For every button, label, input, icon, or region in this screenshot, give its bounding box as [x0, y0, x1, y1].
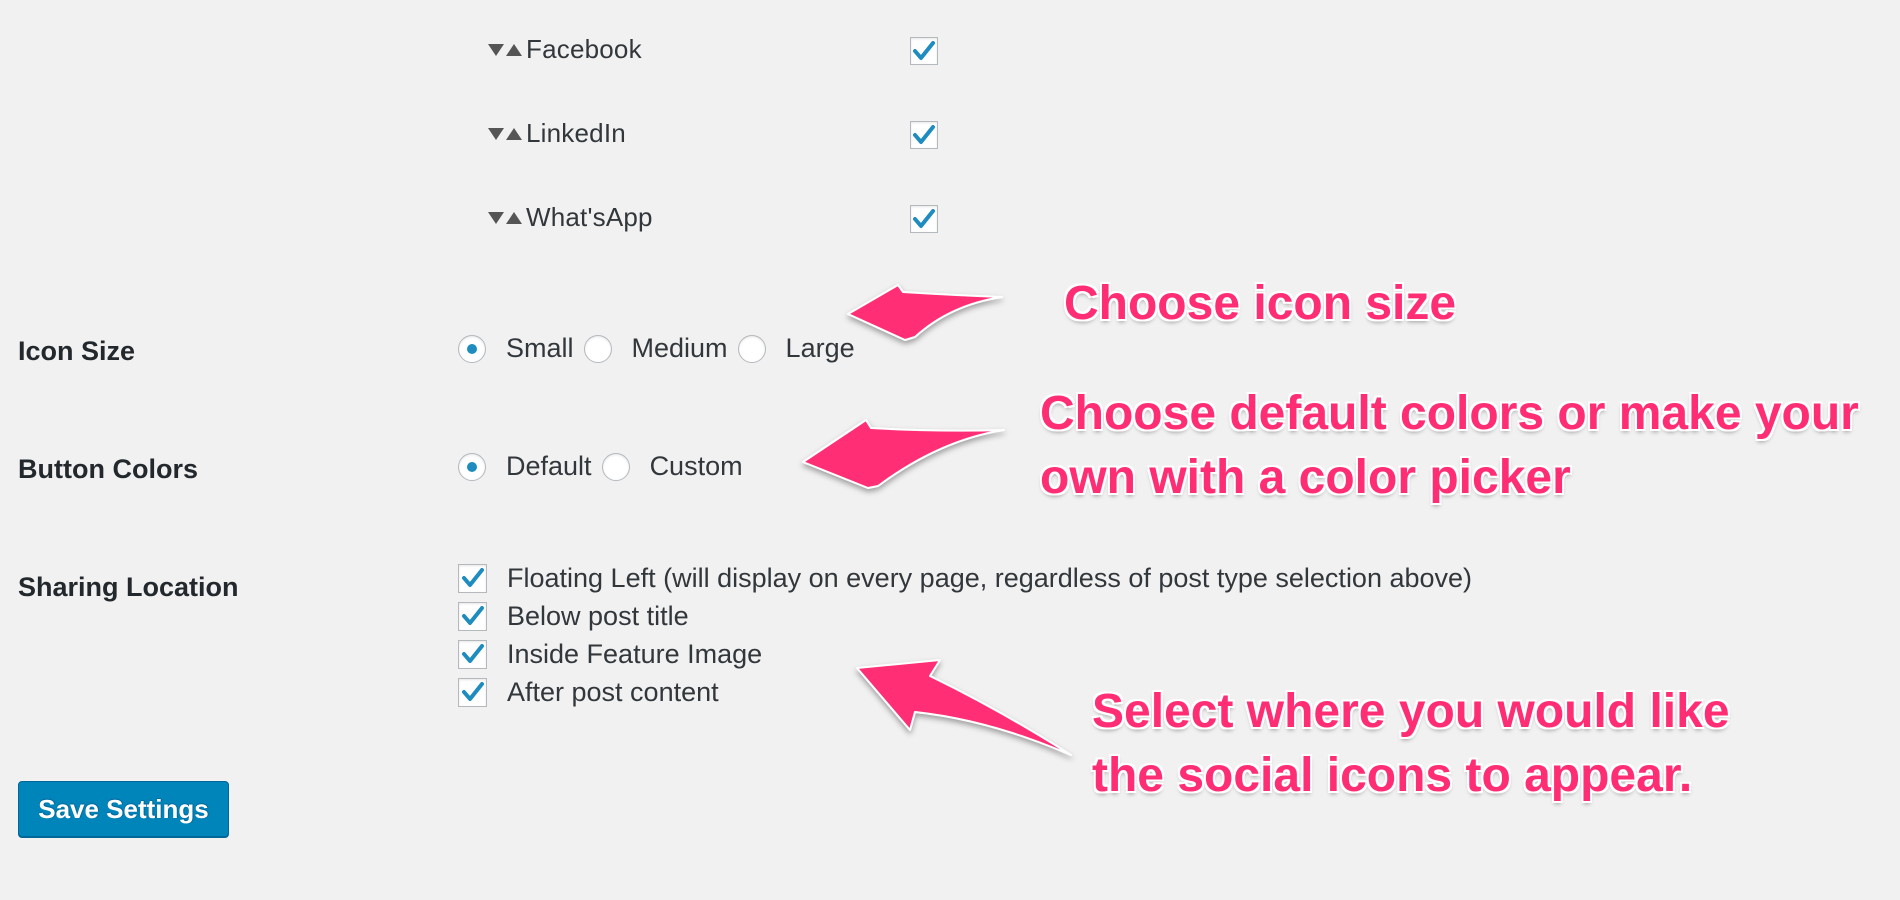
arrow-sharing-location — [856, 659, 1072, 756]
annotation-text: Choose default colors or make your — [1040, 387, 1859, 440]
annotation-text: the social icons to appear. — [1092, 749, 1693, 802]
annotation-sharing-location: Select where you would like the social i… — [1092, 680, 1730, 808]
annotation-text: Choose icon size — [1064, 277, 1457, 330]
arrow-icon-size — [847, 284, 1003, 341]
annotation-text: Select where you would like — [1092, 685, 1730, 738]
annotation-icon-size: Choose icon size — [1064, 272, 1456, 336]
arrow-button-colors — [802, 419, 1005, 489]
annotation-button-colors: Choose default colors or make your own w… — [1040, 382, 1859, 510]
annotation-text: own with a color picker — [1040, 451, 1571, 504]
